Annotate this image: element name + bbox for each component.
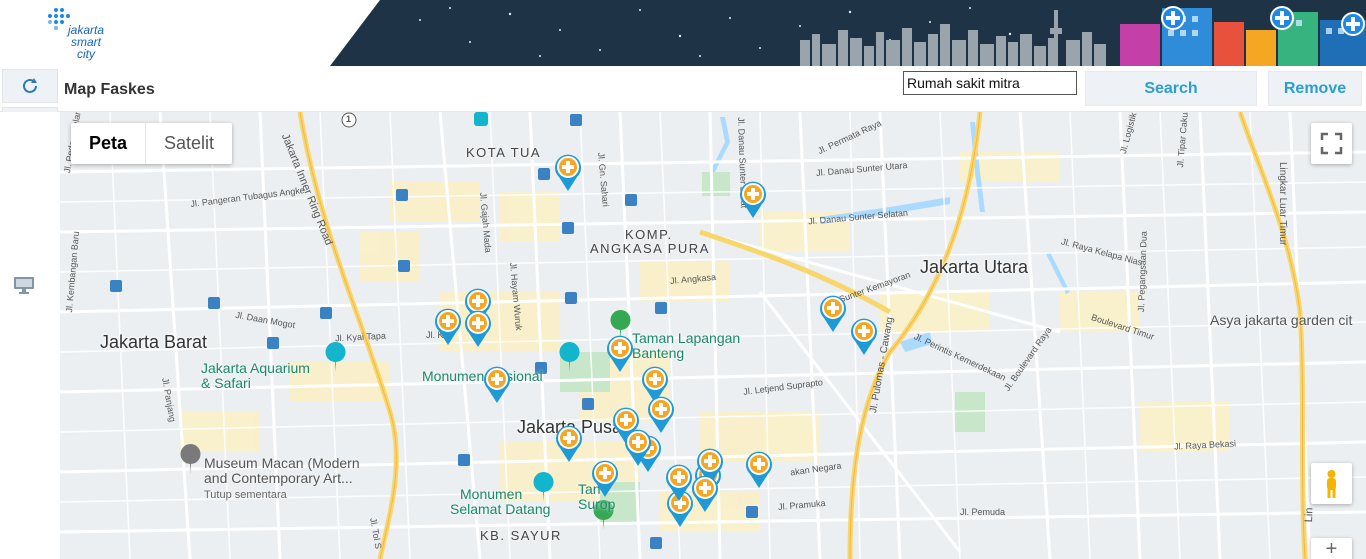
road-lin: Lin <box>1303 507 1316 523</box>
poi-suropati-line2: Surop <box>578 496 616 512</box>
hospital-pin-icon <box>851 318 877 355</box>
poi-taman-lapangan-banteng[interactable]: Taman Lapangan Banteng <box>632 331 740 361</box>
map-type-control: Peta Satelit <box>71 123 233 164</box>
city-skyline-illustration <box>330 0 1366 66</box>
road-lingkar-luar: Lingkar Luar Timur <box>1277 162 1288 246</box>
health-facility-marker[interactable] <box>605 333 635 373</box>
label-jakarta-barat: Jakarta Barat <box>100 332 208 352</box>
jakarta-smart-city-logo[interactable]: jakarta smart city <box>46 6 126 64</box>
label-jakarta-utara: Jakarta Utara <box>920 257 1029 277</box>
poi-museum-macan[interactable]: Museum Macan (Modern and Contemporary Ar… <box>204 456 360 503</box>
fullscreen-button[interactable] <box>1311 123 1352 164</box>
hospital-pin-icon <box>607 335 633 372</box>
poi-macan-line2: and Contemporary Art... <box>204 470 353 486</box>
logo-line-3: city <box>77 47 96 61</box>
hospital-pin-icon <box>435 308 461 345</box>
hospital-pin-icon <box>746 451 772 488</box>
health-facility-marker[interactable] <box>744 449 774 489</box>
sidebar <box>0 112 58 559</box>
poi-asya-jakarta[interactable]: Asya jakarta garden cit <box>1210 313 1352 328</box>
label-kota-tua: KOTA TUA <box>466 145 542 160</box>
map-type-peta-button[interactable]: Peta <box>71 123 145 164</box>
route-badge-1: 1 <box>346 114 352 124</box>
poi-taman-lapangan-line1: Taman Lapangan <box>632 330 741 346</box>
poi-taman-lapangan-line2: Banteng <box>632 345 685 361</box>
poi-macan-line1: Museum Macan (Modern <box>204 455 360 471</box>
poi-aquarium-line2: & Safari <box>201 375 251 391</box>
health-facility-marker[interactable] <box>553 152 583 192</box>
health-facility-marker[interactable] <box>623 427 653 467</box>
health-facility-marker[interactable] <box>463 308 493 348</box>
label-komp: KOMP. <box>625 227 673 242</box>
hospital-pin-icon <box>820 295 846 332</box>
hospital-pin-icon <box>592 460 618 497</box>
hospital-pin-icon <box>555 154 581 191</box>
hospital-pin-icon <box>484 366 510 403</box>
poi-macan-status: Tutup sementara <box>204 489 287 501</box>
pegman-icon <box>1327 470 1336 498</box>
fullscreen-icon <box>1320 132 1343 155</box>
remove-button[interactable]: Remove <box>1268 71 1362 106</box>
health-facility-marker[interactable] <box>590 458 620 498</box>
poi-aquarium-line1: Jakarta Aquarium <box>201 360 310 376</box>
monitor-icon[interactable] <box>12 275 36 295</box>
refresh-button[interactable] <box>2 69 58 103</box>
hospital-pin-icon <box>556 425 582 462</box>
poi-selamat-line2: Selamat Datang <box>450 501 551 517</box>
app-root: jakarta smart city Map Faskes Rumah saki… <box>0 0 1366 559</box>
label-kb-sayur: KB. SAYUR <box>480 528 562 543</box>
header-banner: jakarta smart city <box>0 0 1366 66</box>
poi-monumen-selamat-datang[interactable]: Monumen Selamat Datang <box>450 486 550 517</box>
zoom-control[interactable]: + <box>1311 538 1352 559</box>
hospital-pin-icon <box>740 181 766 218</box>
search-input[interactable] <box>903 71 1077 95</box>
map-type-satelit-button[interactable]: Satelit <box>145 123 232 164</box>
poi-jakarta-aquarium[interactable]: Jakarta Aquarium & Safari <box>201 361 310 391</box>
page-title: Map Faskes <box>64 81 155 98</box>
road-pemuda: Jl. Pemuda <box>960 507 1006 517</box>
street-view-pegman-button[interactable] <box>1311 463 1352 504</box>
health-facility-marker[interactable] <box>433 306 463 346</box>
label-angkasa-pura: ANGKASA PURA <box>590 241 710 256</box>
health-facility-marker[interactable] <box>554 423 584 463</box>
health-facility-marker[interactable] <box>849 316 879 356</box>
search-button[interactable]: Search <box>1085 71 1257 106</box>
health-facility-marker[interactable] <box>690 473 720 513</box>
health-facility-marker[interactable] <box>482 364 512 404</box>
hospital-pin-icon <box>465 310 491 347</box>
health-facility-marker[interactable] <box>818 293 848 333</box>
health-facility-marker[interactable] <box>738 179 768 219</box>
poi-selamat-line1: Monumen <box>460 486 523 502</box>
hospital-pin-icon <box>692 475 718 512</box>
map-canvas[interactable]: Jakarta Barat Jakarta Pusat Jakarta Utar… <box>60 112 1366 559</box>
hospital-pin-icon <box>625 429 651 466</box>
refresh-icon <box>23 78 37 93</box>
